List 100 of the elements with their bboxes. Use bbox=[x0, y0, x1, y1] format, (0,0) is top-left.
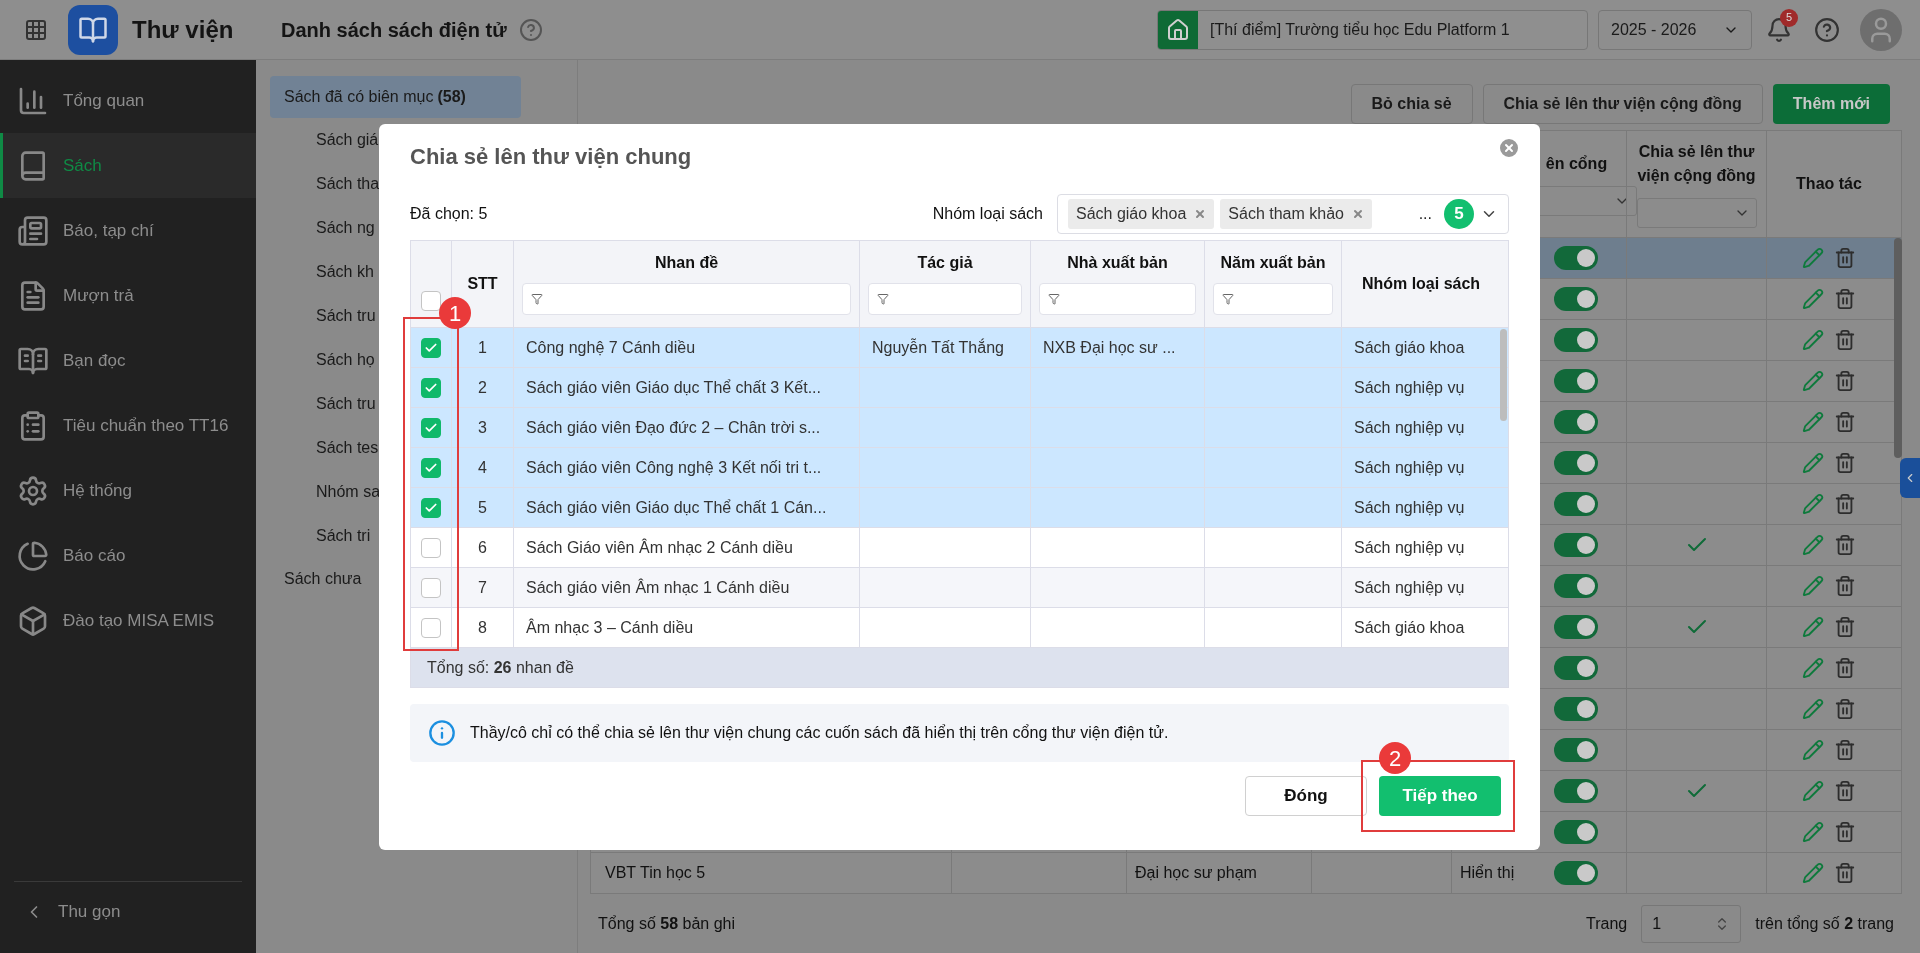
table-row[interactable]: VBT Tin học 5 Đại học sư phạm Hiển thị bbox=[590, 853, 1902, 894]
delete-icon[interactable] bbox=[1834, 657, 1856, 679]
toggle-switch[interactable] bbox=[1554, 779, 1598, 803]
scrollbar[interactable] bbox=[1500, 329, 1507, 421]
edit-icon[interactable] bbox=[1802, 288, 1824, 310]
delete-icon[interactable] bbox=[1834, 493, 1856, 515]
sidebar-item[interactable]: Báo, tạp chí bbox=[0, 198, 256, 263]
edit-icon[interactable] bbox=[1802, 534, 1824, 556]
scrollbar[interactable] bbox=[1894, 238, 1902, 458]
edit-icon[interactable] bbox=[1802, 657, 1824, 679]
category-item[interactable]: Sách họ bbox=[316, 348, 375, 372]
category-item[interactable]: Sách tru bbox=[316, 304, 376, 328]
toolbar-button[interactable]: Chia sẻ lên thư viện cộng đồng bbox=[1482, 84, 1763, 124]
row-checkbox[interactable] bbox=[421, 337, 441, 358]
delete-icon[interactable] bbox=[1834, 452, 1856, 474]
sidebar-item[interactable]: Hệ thống bbox=[0, 458, 256, 523]
remove-icon[interactable] bbox=[1351, 208, 1364, 220]
column-filter-field[interactable] bbox=[1039, 283, 1196, 315]
delete-icon[interactable] bbox=[1834, 780, 1856, 802]
category-item[interactable]: Sách tri bbox=[316, 524, 371, 548]
row-checkbox[interactable] bbox=[421, 377, 441, 398]
sidebar-item[interactable]: Tiêu chuẩn theo TT16 bbox=[0, 393, 256, 458]
toggle-switch[interactable] bbox=[1554, 246, 1598, 270]
column-filter-field[interactable] bbox=[868, 283, 1022, 315]
edit-icon[interactable] bbox=[1802, 780, 1824, 802]
toggle-switch[interactable] bbox=[1554, 410, 1598, 434]
delete-icon[interactable] bbox=[1834, 821, 1856, 843]
toggle-switch[interactable] bbox=[1554, 328, 1598, 352]
toggle-switch[interactable] bbox=[1554, 287, 1598, 311]
category-item[interactable]: Sách tes bbox=[316, 436, 379, 460]
delete-icon[interactable] bbox=[1834, 616, 1856, 638]
school-select[interactable]: [Thí điểm] Trường tiểu học Edu Platform 1 bbox=[1157, 9, 1588, 50]
sidebar-item[interactable]: Tổng quan bbox=[0, 68, 256, 133]
toggle-switch[interactable] bbox=[1554, 738, 1598, 762]
toggle-switch[interactable] bbox=[1554, 574, 1598, 598]
table-row[interactable]: 6 Sách Giáo viên Âm nhạc 2 Cánh diều Sách nghiệp vụ bbox=[411, 527, 1508, 567]
edit-icon[interactable] bbox=[1802, 370, 1824, 392]
edit-icon[interactable] bbox=[1802, 698, 1824, 720]
category-multiselect[interactable]: Sách giáo khoa Sách tham khảo ... 5 bbox=[1057, 194, 1509, 234]
edit-icon[interactable] bbox=[1802, 329, 1824, 351]
toolbar-button[interactable]: Thêm mới bbox=[1772, 84, 1890, 124]
collapse-button[interactable]: Thu gọn bbox=[14, 881, 242, 941]
edit-icon[interactable] bbox=[1802, 862, 1824, 884]
panel-toggle-tab[interactable] bbox=[1900, 458, 1920, 498]
row-checkbox[interactable] bbox=[421, 617, 441, 638]
table-row[interactable]: 3 Sách giáo viên Đạo đức 2 – Chân trời s... Sách nghiệp vụ bbox=[411, 407, 1508, 447]
category-item[interactable]: Sách ng bbox=[316, 216, 375, 240]
row-checkbox[interactable] bbox=[421, 537, 441, 558]
help-icon[interactable] bbox=[518, 17, 543, 42]
select-all-checkbox[interactable] bbox=[421, 291, 441, 311]
sidebar-item[interactable]: Sách bbox=[0, 133, 256, 198]
edit-icon[interactable] bbox=[1802, 493, 1824, 515]
toggle-switch[interactable] bbox=[1554, 533, 1598, 557]
apps-grid-icon[interactable] bbox=[24, 17, 48, 42]
category-item[interactable]: Nhóm sa bbox=[316, 480, 381, 504]
row-checkbox[interactable] bbox=[421, 457, 441, 478]
table-row[interactable]: 2 Sách giáo viên Giáo dục Thể chất 3 Kết... Sách nghiệp vụ bbox=[411, 367, 1508, 407]
avatar[interactable] bbox=[1860, 8, 1902, 51]
edit-icon[interactable] bbox=[1802, 575, 1824, 597]
category-item[interactable]: Sách kh bbox=[316, 260, 374, 284]
close-button[interactable]: Đóng bbox=[1245, 776, 1367, 816]
page-number-field[interactable]: 1 bbox=[1641, 904, 1742, 943]
category-item[interactable]: Sách tru bbox=[316, 392, 376, 416]
year-select[interactable]: 2025 - 2026 bbox=[1598, 9, 1752, 50]
delete-icon[interactable] bbox=[1834, 534, 1856, 556]
table-row[interactable]: 5 Sách giáo viên Giáo dục Thể chất 1 Cán... Sách nghiệp vụ bbox=[411, 487, 1508, 527]
toggle-switch[interactable] bbox=[1554, 656, 1598, 680]
toggle-switch[interactable] bbox=[1554, 369, 1598, 393]
table-row[interactable]: 8 Âm nhạc 3 – Cánh diều Sách giáo khoa bbox=[411, 607, 1508, 647]
help-icon[interactable] bbox=[1814, 16, 1840, 43]
edit-icon[interactable] bbox=[1802, 739, 1824, 761]
delete-icon[interactable] bbox=[1834, 698, 1856, 720]
toolbar-button[interactable]: Bỏ chia sẻ bbox=[1350, 84, 1473, 124]
sidebar-item[interactable]: Bạn đọc bbox=[0, 328, 256, 393]
close-icon[interactable] bbox=[1497, 136, 1521, 160]
toggle-switch[interactable] bbox=[1554, 451, 1598, 475]
row-checkbox[interactable] bbox=[421, 577, 441, 598]
category-item[interactable]: Sách tha bbox=[316, 172, 380, 196]
toggle-switch[interactable] bbox=[1554, 492, 1598, 516]
row-checkbox[interactable] bbox=[421, 417, 441, 438]
delete-icon[interactable] bbox=[1834, 862, 1856, 884]
category-item[interactable]: Sách giá bbox=[316, 128, 379, 152]
toggle-switch[interactable] bbox=[1554, 820, 1598, 844]
sidebar-item[interactable]: Đào tạo MISA EMIS bbox=[0, 588, 256, 653]
edit-icon[interactable] bbox=[1802, 411, 1824, 433]
row-checkbox[interactable] bbox=[421, 497, 441, 518]
category-item[interactable]: Sách đã có biên mục (58) bbox=[270, 76, 521, 118]
table-row[interactable]: 7 Sách giáo viên Âm nhạc 1 Cánh diều Sách nghiệp vụ bbox=[411, 567, 1508, 607]
edit-icon[interactable] bbox=[1802, 452, 1824, 474]
sidebar-item[interactable]: Mượn trả bbox=[0, 263, 256, 328]
sidebar-item[interactable]: Báo cáo bbox=[0, 523, 256, 588]
table-row[interactable]: 1 Công nghệ 7 Cánh diều Nguyễn Tất Thắng NXB Đại học sư ... Sách giáo khoa bbox=[411, 327, 1508, 367]
edit-icon[interactable] bbox=[1802, 616, 1824, 638]
delete-icon[interactable] bbox=[1834, 247, 1856, 269]
delete-icon[interactable] bbox=[1834, 575, 1856, 597]
delete-icon[interactable] bbox=[1834, 370, 1856, 392]
column-filter-field[interactable] bbox=[1213, 283, 1333, 315]
remove-icon[interactable] bbox=[1194, 208, 1207, 220]
toggle-switch[interactable] bbox=[1554, 861, 1598, 885]
column-filter-field[interactable] bbox=[522, 283, 851, 315]
